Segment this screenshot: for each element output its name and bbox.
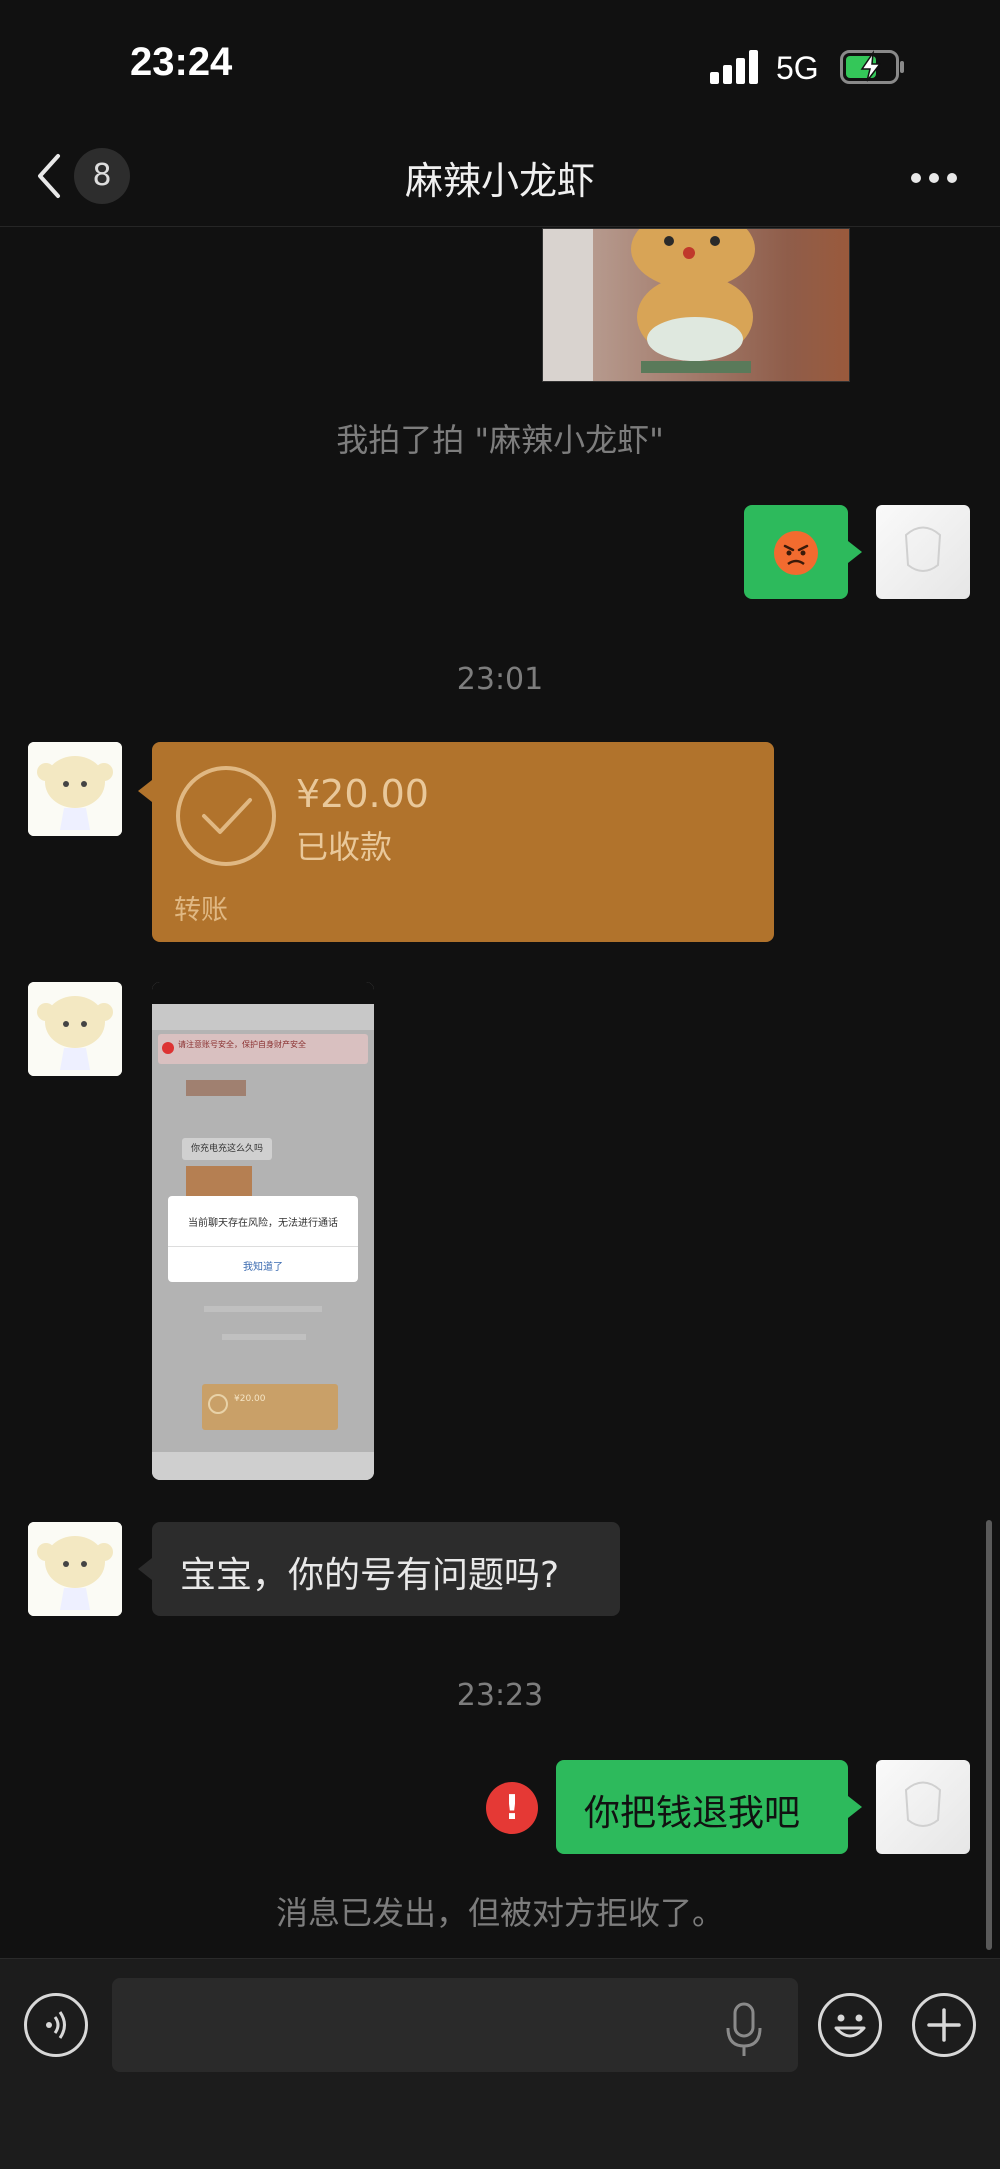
teddy-bear-image [543,229,755,381]
preview-dialog: 当前聊天存在风险，无法进行通话 我知道了 [168,1196,358,1282]
transfer-amount: ¥20.00 [296,772,429,816]
contact-avatar[interactable] [28,742,122,836]
my-avatar[interactable] [876,505,970,599]
scrollbar[interactable] [986,1520,992,1950]
received-text: 宝宝，你的号有问题吗? [180,1555,560,1596]
pat-notice: 我拍了拍 "麻辣小龙虾" [336,421,664,459]
rejected-notice: 消息已发出，但被对方拒收了。 [275,1894,724,1932]
emoji-icon[interactable] [818,1993,882,2057]
received-text-bubble[interactable]: 宝宝，你的号有问题吗? [138,1522,620,1616]
voice-icon[interactable] [24,1993,88,2057]
chat-title[interactable]: 麻辣小龙虾 [0,150,1000,205]
preview-dialog-text: 当前聊天存在风险，无法进行通话 [188,1218,338,1229]
my-avatar[interactable] [876,1760,970,1854]
transfer-label: 转账 [174,895,228,926]
network-type: 5G [776,50,819,86]
photo-message[interactable] [542,228,850,382]
sent-text: 你把钱退我吧 [584,1793,801,1834]
preview-dialog-button: 我知道了 [243,1262,283,1273]
microphone-icon[interactable] [722,2000,766,2060]
transfer-status: 已收款 [296,828,393,866]
status-time: 23:24 [130,40,233,84]
send-failed-icon[interactable]: ! [486,1782,538,1834]
angry-face-icon [774,531,818,575]
preview-transfer-amount: ¥20.00 [234,1394,266,1404]
check-circle-icon [176,766,276,866]
sent-emoji-bubble[interactable] [744,505,862,599]
battery-charging-icon [840,50,904,84]
message-input[interactable] [112,1978,798,2072]
contact-avatar[interactable] [28,982,122,1076]
timestamp: 23:23 [456,1678,544,1713]
plus-icon[interactable] [912,1993,976,2057]
signal-icon [710,50,760,84]
preview-warning-text: 请注意账号安全，保护自身财产安全 [178,1040,306,1049]
preview-message: 你充电充这么久吗 [182,1138,272,1160]
sent-text-bubble[interactable]: 你把钱退我吧 [556,1760,862,1854]
contact-avatar[interactable] [28,1522,122,1616]
screenshot-image-message[interactable]: 请注意账号安全，保护自身财产安全 你充电充这么久吗 当前聊天存在风险，无法进行通… [152,982,374,1480]
more-icon[interactable] [910,172,958,184]
warning-icon [162,1042,174,1054]
timestamp: 23:01 [456,662,544,697]
